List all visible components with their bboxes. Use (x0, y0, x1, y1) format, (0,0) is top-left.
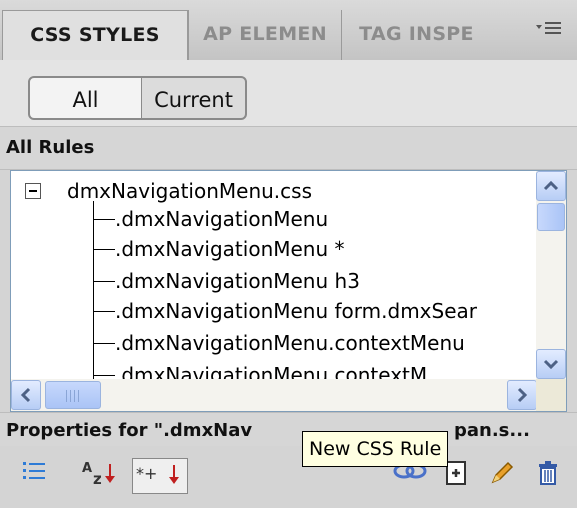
tree-branch (93, 281, 115, 282)
horizontal-scroll-thumb[interactable] (45, 381, 101, 409)
scroll-down-arrow-icon[interactable] (536, 349, 566, 379)
all-rules-toggle-button[interactable]: All (28, 76, 143, 120)
current-toggle-button[interactable]: Current (141, 76, 247, 120)
properties-header: Properties for ".dmxNav pan.s... (0, 412, 577, 448)
set-properties-only-icon[interactable]: *+ (132, 458, 188, 494)
tab-css-styles[interactable]: CSS STYLES (2, 10, 188, 61)
svg-text:A: A (82, 461, 92, 476)
rules-tree: dmxNavigationMenu.css .dmxNavigationMenu… (10, 170, 567, 412)
tree-branch (93, 343, 115, 344)
vertical-scrollbar[interactable] (536, 171, 566, 379)
all-rules-header: All Rules (0, 126, 577, 170)
category-view-icon[interactable] (18, 458, 54, 494)
edit-rule-icon[interactable] (486, 458, 518, 494)
rule-item[interactable]: .dmxNavigationMenu form.dmxSear (115, 295, 477, 327)
rule-item[interactable]: .dmxNavigationMenu.contextMenu (115, 327, 465, 359)
svg-text:*+: *+ (136, 464, 157, 483)
scroll-left-arrow-icon[interactable] (11, 380, 41, 410)
tab-ap-elements[interactable]: AP ELEMEN (188, 10, 341, 60)
css-styles-panel: CSS STYLES AP ELEMEN TAG INSPE All Curre… (0, 0, 577, 508)
rule-item[interactable]: .dmxNavigationMenu * (115, 233, 345, 265)
alphabetical-sort-icon[interactable]: A z (80, 458, 124, 494)
scroll-up-arrow-icon[interactable] (536, 171, 566, 201)
tree-branch (93, 249, 115, 250)
tab-tag-inspector[interactable]: TAG INSPE (341, 10, 491, 60)
tree-branch (93, 375, 115, 376)
rules-tree-content: dmxNavigationMenu.css .dmxNavigationMenu… (11, 171, 537, 379)
collapse-expander-icon[interactable] (25, 183, 41, 199)
tree-branch (93, 311, 115, 312)
panel-toolbar: A z *+ (0, 446, 577, 508)
properties-header-label: Properties for ".dmxNav (6, 420, 253, 441)
rule-item[interactable]: .dmxNavigationMenu (115, 203, 328, 235)
view-toggle-row: All Current (0, 60, 577, 126)
scroll-right-arrow-icon[interactable] (507, 380, 537, 410)
tree-branch (93, 219, 115, 220)
svg-text:z: z (93, 470, 102, 488)
new-css-rule-tooltip: New CSS Rule (302, 431, 449, 467)
properties-header-tail: pan.s... (454, 420, 530, 441)
panel-options-menu-icon[interactable] (531, 12, 567, 56)
rule-item[interactable]: .dmxNavigationMenu h3 (115, 265, 360, 297)
scrollbar-corner (536, 379, 566, 411)
panel-tab-bar: CSS STYLES AP ELEMEN TAG INSPE (0, 0, 577, 61)
horizontal-scrollbar[interactable] (11, 379, 537, 411)
delete-rule-icon[interactable] (530, 458, 566, 494)
rule-item[interactable]: .dmxNavigationMenu.contextM (115, 359, 427, 379)
vertical-scroll-thumb[interactable] (537, 203, 565, 231)
tree-connector-line (93, 201, 94, 379)
